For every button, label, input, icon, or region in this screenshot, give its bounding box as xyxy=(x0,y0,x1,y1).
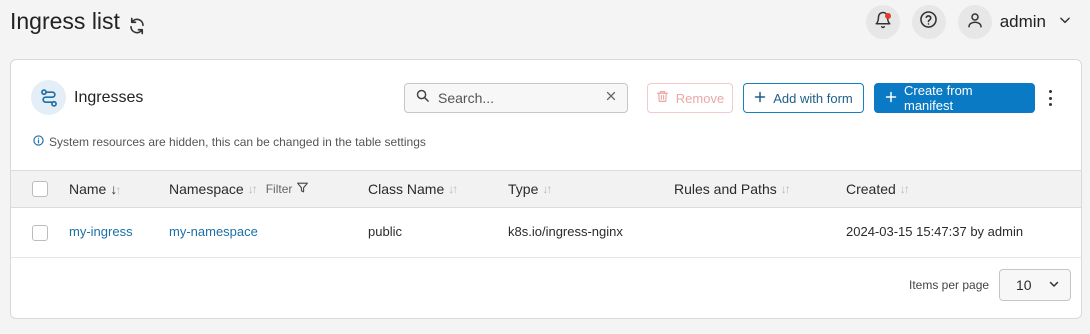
items-per-page-select[interactable]: 10 xyxy=(999,269,1071,301)
table-row[interactable]: my-ingress my-namespace public k8s.io/in… xyxy=(11,208,1081,258)
chevron-down-icon xyxy=(1048,277,1060,293)
ingress-route-icon xyxy=(31,80,66,115)
remove-button[interactable]: Remove xyxy=(647,83,733,113)
namespace-filter[interactable]: Filter xyxy=(266,181,310,197)
user-name[interactable]: admin xyxy=(1000,12,1046,32)
plus-icon xyxy=(885,91,897,106)
search-box[interactable] xyxy=(404,83,628,113)
column-class-name[interactable]: Class Name ↓↑ xyxy=(368,181,458,197)
notification-dot xyxy=(884,13,891,19)
sort-icon[interactable]: ↓↑ xyxy=(448,182,458,196)
search-input[interactable] xyxy=(436,89,605,107)
more-options-icon[interactable] xyxy=(1043,90,1057,106)
add-with-form-label: Add with form xyxy=(773,90,853,106)
ingress-name-link[interactable]: my-ingress xyxy=(69,224,133,239)
page-title: Ingress list xyxy=(10,8,146,35)
column-name-label: Name xyxy=(69,181,107,197)
card-header: Ingresses Remove Add with form xyxy=(11,60,1081,170)
column-name[interactable]: Name ↓↑ xyxy=(69,181,121,197)
column-type[interactable]: Type ↓↑ xyxy=(508,181,552,197)
class-name-cell: public xyxy=(368,224,402,239)
create-from-manifest-label: Create from manifest xyxy=(904,83,973,113)
ingresses-card: Ingresses Remove Add with form xyxy=(10,59,1082,319)
pagination: Items per page 10 xyxy=(11,259,1081,318)
column-rules[interactable]: Rules and Paths ↓↑ xyxy=(674,181,791,197)
column-namespace[interactable]: Namespace ↓↑ Filter xyxy=(169,181,309,197)
created-cell: 2024-03-15 15:47:37 by admin xyxy=(846,224,1024,239)
clear-search-icon[interactable] xyxy=(605,89,617,107)
info-icon xyxy=(33,135,44,149)
type-cell: k8s.io/ingress-nginx xyxy=(508,224,623,239)
create-from-manifest-button[interactable]: Create from manifest xyxy=(874,83,1035,113)
plus-icon xyxy=(754,91,766,106)
notifications-button[interactable] xyxy=(865,5,900,39)
user-icon xyxy=(966,11,984,34)
remove-button-label: Remove xyxy=(675,90,725,106)
user-avatar[interactable] xyxy=(957,5,992,39)
sort-icon[interactable]: ↓↑ xyxy=(781,182,791,196)
filter-label: Filter xyxy=(265,182,293,196)
column-created[interactable]: Created ↓↑ xyxy=(846,181,910,197)
chevron-down-icon[interactable] xyxy=(1058,13,1072,32)
filter-icon xyxy=(296,181,309,197)
info-message: System resources are hidden, this can be… xyxy=(33,135,426,149)
row-checkbox[interactable] xyxy=(32,225,48,241)
namespace-link[interactable]: my-namespace xyxy=(169,224,258,239)
trash-icon xyxy=(656,90,669,106)
column-class-name-label: Class Name xyxy=(368,181,445,197)
column-type-label: Type xyxy=(508,181,539,197)
help-icon xyxy=(919,10,938,34)
items-per-page-value: 10 xyxy=(1016,277,1032,293)
sort-desc-icon[interactable]: ↓↑ xyxy=(110,181,121,197)
items-per-page-label: Items per page xyxy=(909,278,990,292)
add-with-form-button[interactable]: Add with form xyxy=(743,83,864,113)
search-icon xyxy=(415,88,430,108)
card-title: Ingresses xyxy=(74,89,144,106)
info-text: System resources are hidden, this can be… xyxy=(49,135,426,149)
sort-icon[interactable]: ↓↑ xyxy=(542,182,552,196)
page-title-text: Ingress list xyxy=(10,8,120,34)
column-created-label: Created xyxy=(846,181,896,197)
select-all-checkbox[interactable] xyxy=(32,181,48,197)
top-right-controls: admin xyxy=(854,5,1072,39)
refresh-icon[interactable] xyxy=(128,14,146,34)
table-header: Name ↓↑ Namespace ↓↑ Filter Class Name ↓… xyxy=(11,170,1081,208)
column-rules-label: Rules and Paths xyxy=(674,181,777,197)
sort-icon[interactable]: ↓↑ xyxy=(248,182,258,196)
help-button[interactable] xyxy=(911,5,946,39)
sort-icon[interactable]: ↓↑ xyxy=(900,182,910,196)
column-namespace-label: Namespace xyxy=(169,181,244,197)
